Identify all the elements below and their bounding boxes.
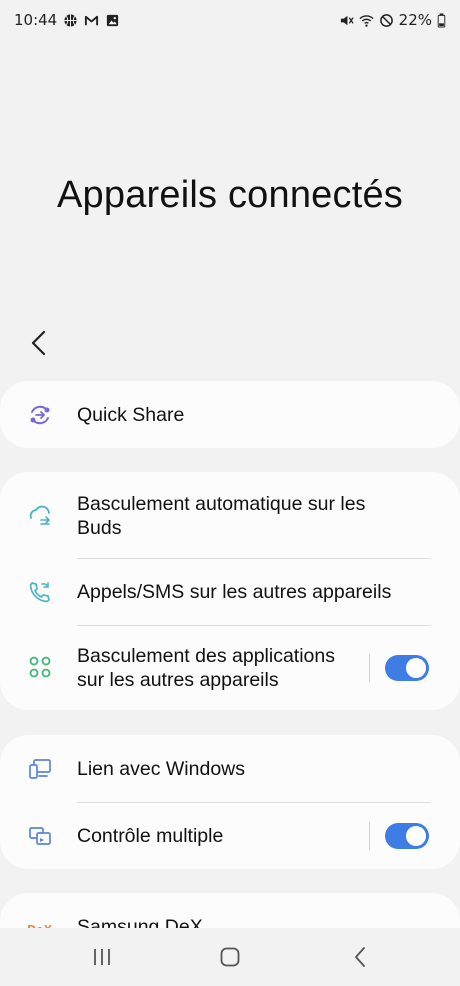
card-windows: Lien avec Windows Contrôle multiple <box>0 735 460 869</box>
multi-control-label: Contrôle multiple <box>77 825 224 847</box>
toggle-separator <box>369 654 370 682</box>
gallery-icon <box>105 13 120 28</box>
home-button[interactable] <box>215 942 245 972</box>
row-auto-switch-buds[interactable]: Basculement automatique sur les Buds <box>0 472 460 558</box>
auto-switch-buds-label: Basculement automatique sur les Buds <box>77 492 365 540</box>
do-not-disturb-icon <box>379 13 394 28</box>
gmail-icon <box>84 13 99 28</box>
link-windows-icon <box>27 756 53 782</box>
nav-back-button[interactable] <box>345 942 375 972</box>
card-quick-share: Quick Share <box>0 381 460 448</box>
recents-button[interactable] <box>87 942 117 972</box>
app-continuity-toggle[interactable] <box>385 655 429 681</box>
app-continuity-label: Basculement des applications sur les aut… <box>77 644 335 692</box>
status-bar: 10:44 22% <box>0 0 460 40</box>
app-continuity-line2: sur les autres appareils <box>77 669 279 691</box>
page-title: Appareils connectés <box>56 174 403 216</box>
row-multi-control[interactable]: Contrôle multiple <box>0 803 460 869</box>
app-continuity-icon <box>27 654 53 680</box>
status-right: 22% <box>339 11 446 29</box>
screen: 10:44 22% Appareils connectés Quick Shar… <box>0 0 460 986</box>
multi-control-icon <box>27 823 53 849</box>
chevron-left-icon <box>31 330 46 356</box>
battery-text: 22% <box>398 11 432 29</box>
battery-icon <box>437 12 446 28</box>
status-left: 10:44 <box>14 11 120 29</box>
app-continuity-line1: Basculement des applications <box>77 645 335 667</box>
navigation-bar <box>0 928 460 986</box>
card-connectivity: Basculement automatique sur les Buds App… <box>0 472 460 710</box>
row-calls-sms[interactable]: Appels/SMS sur les autres appareils <box>0 559 460 625</box>
auto-switch-buds-icon <box>27 502 53 528</box>
toggle-knob <box>406 658 426 678</box>
mute-icon <box>339 13 354 28</box>
status-time: 10:44 <box>14 11 58 29</box>
quick-share-label: Quick Share <box>77 404 185 426</box>
row-quick-share[interactable]: Quick Share <box>0 381 460 448</box>
quick-share-icon <box>27 402 53 428</box>
row-app-continuity[interactable]: Basculement des applications sur les aut… <box>0 626 460 710</box>
auto-switch-buds-line2: Buds <box>77 517 122 539</box>
link-windows-label: Lien avec Windows <box>77 758 245 780</box>
home-icon <box>220 947 240 967</box>
wifi-icon <box>359 13 374 28</box>
row-link-windows[interactable]: Lien avec Windows <box>0 735 460 802</box>
toggle-knob <box>406 826 426 846</box>
calls-sms-icon <box>27 579 53 605</box>
basketball-icon <box>63 13 78 28</box>
back-icon <box>355 947 365 967</box>
toggle-separator <box>369 822 370 850</box>
back-button[interactable] <box>24 328 54 358</box>
calls-sms-label: Appels/SMS sur les autres appareils <box>77 581 392 603</box>
multi-control-toggle[interactable] <box>385 823 429 849</box>
auto-switch-buds-line1: Basculement automatique sur les <box>77 493 366 515</box>
recents-icon <box>94 949 110 965</box>
